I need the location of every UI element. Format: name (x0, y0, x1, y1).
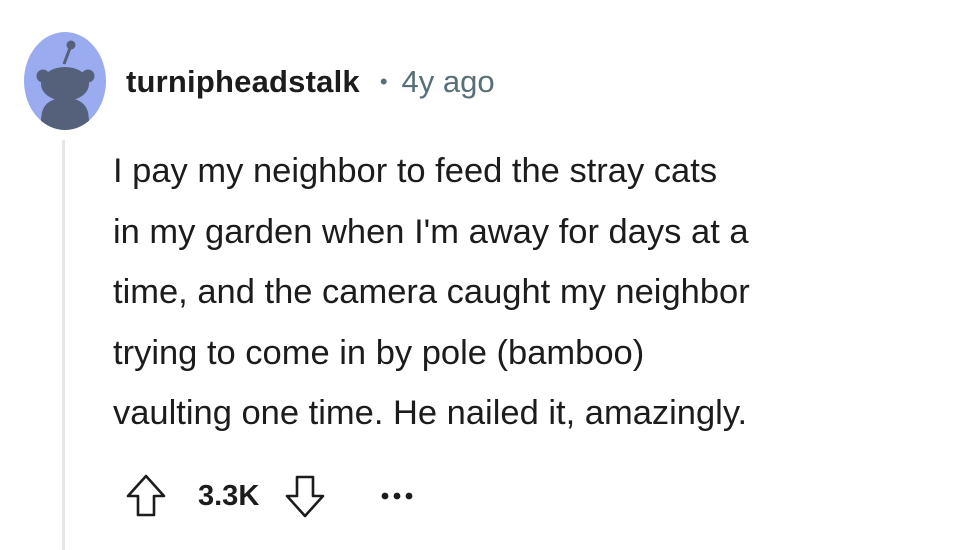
comment-meta: turnipheadstalk • 4y ago (126, 58, 495, 106)
snoo-avatar-icon[interactable] (24, 32, 106, 130)
username-link[interactable]: turnipheadstalk (126, 64, 360, 100)
more-options-icon (381, 492, 413, 500)
comment-actions: 3.3K (122, 468, 419, 524)
more-options-button[interactable] (375, 474, 419, 518)
upvote-arrow-icon (126, 474, 166, 517)
meta-separator: • (379, 69, 388, 94)
comment-body: I pay my neighbor to feed the stray cats… (113, 152, 750, 432)
timestamp[interactable]: 4y ago (402, 64, 495, 100)
vote-score: 3.3K (198, 479, 260, 512)
thread-line[interactable] (62, 140, 65, 550)
upvote-button[interactable] (122, 472, 170, 520)
downvote-button[interactable] (281, 472, 329, 520)
downvote-arrow-icon (285, 475, 325, 518)
comment: turnipheadstalk • 4y ago I pay my neighb… (0, 0, 960, 550)
